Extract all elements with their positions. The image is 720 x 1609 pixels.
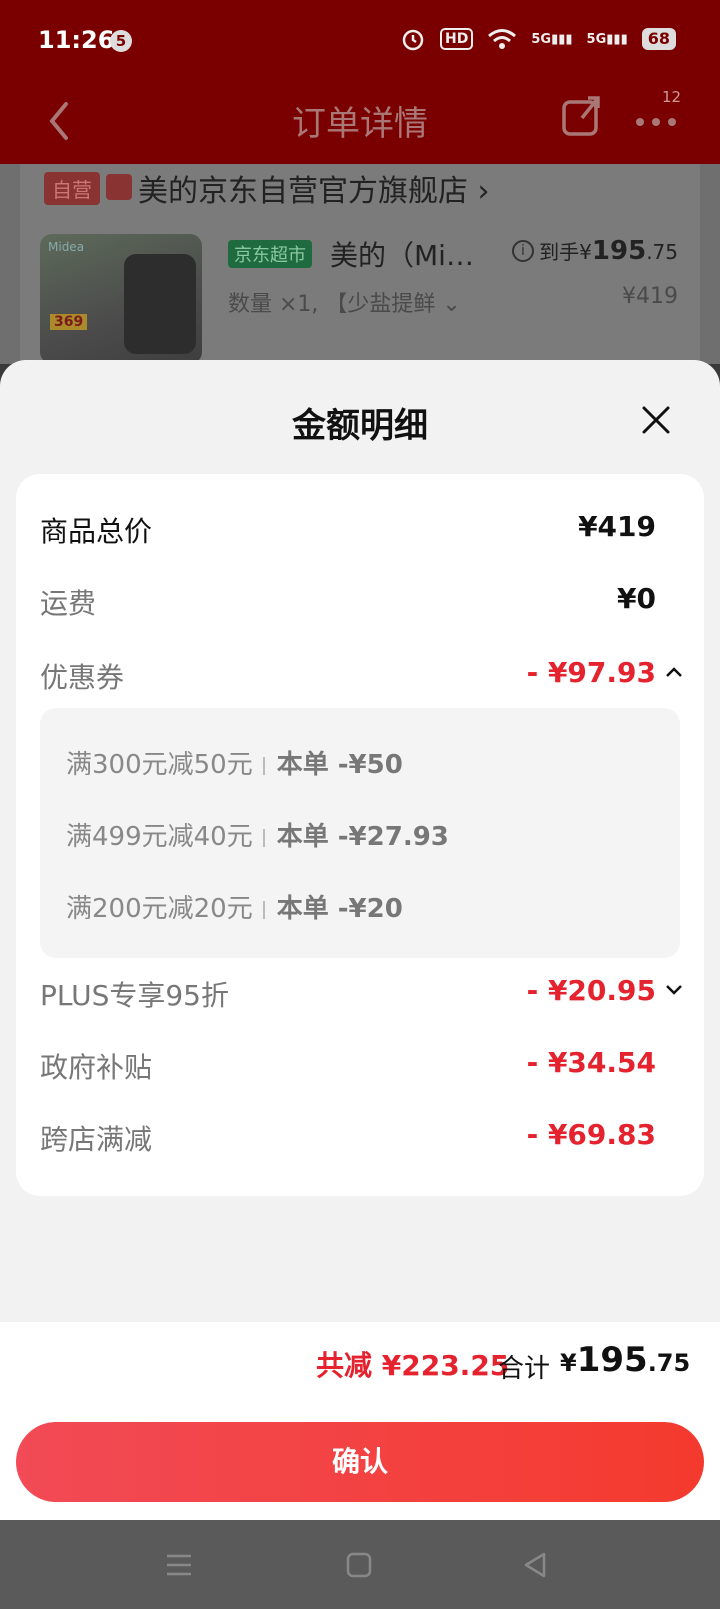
self-operated-tag: 自营 <box>44 172 100 205</box>
confirm-button[interactable]: 确认 <box>16 1422 704 1502</box>
page-title: 订单详情 <box>292 104 428 144</box>
amount-detail-card: 商品总价 ¥419 运费 ¥0 优惠券 - ¥97.93 满300元减50元 本单… <box>16 474 704 1196</box>
more-icon[interactable] <box>634 102 682 132</box>
battery-icon: 68 <box>641 28 676 50</box>
coupon-value[interactable]: - ¥97.93 <box>527 656 656 689</box>
coupon-item: 满499元减40元 本单 -¥27.93 <box>66 822 449 852</box>
gov-subsidy-label: 政府补贴 <box>40 1051 153 1084</box>
coupon-label[interactable]: 优惠券 <box>40 656 124 696</box>
product-final-price: 到手¥195.75 <box>539 236 678 266</box>
close-icon[interactable] <box>636 400 676 440</box>
chevron-down-icon[interactable] <box>664 980 684 1000</box>
shop-bar-icon <box>106 174 132 200</box>
product-quantity-spec[interactable]: 数量 ×1, 【少盐提鲜 ⌄ <box>228 286 461 318</box>
nav-bar: 订单详情 12 <box>0 86 720 164</box>
menu-icon[interactable] <box>162 1548 196 1582</box>
system-nav-bar <box>0 1520 720 1609</box>
more-badge: 12 <box>662 88 682 106</box>
pressure-cooker-graphic <box>124 254 196 354</box>
total-reduced: 共减 ¥223.25 <box>316 1349 510 1382</box>
status-icons: HD 5G▮▮▮ 5G▮▮▮ 68 <box>400 26 676 52</box>
product-image-price: 369 <box>50 314 88 330</box>
total-summary-bar: 共减 ¥223.25 合计 ¥195.75 <box>0 1322 720 1414</box>
signal-2-icon: 5G▮▮▮ <box>586 31 628 47</box>
plus-discount-label[interactable]: PLUS专享95折 <box>40 974 229 1014</box>
wifi-icon <box>488 29 517 49</box>
order-card: 自营 美的京东自营官方旗舰店 › Midea 369 京东超市 美的（Mi… i… <box>20 164 700 364</box>
shipping-label: 运费 <box>40 587 97 620</box>
product-image-brand: Midea <box>48 240 85 254</box>
sheet-title: 金额明细 <box>292 406 428 446</box>
alarm-icon <box>402 29 424 51</box>
info-icon[interactable]: i <box>512 240 534 262</box>
coupon-breakdown: 满300元减50元 本单 -¥50 满499元减40元 本单 -¥27.93 满20… <box>40 708 680 958</box>
goods-total-value: ¥419 <box>578 510 656 543</box>
goods-total-label: 商品总价 <box>40 515 153 548</box>
chevron-up-icon[interactable] <box>664 662 684 682</box>
order-page-background: 自营 美的京东自营官方旗舰店 › Midea 369 京东超市 美的（Mi… i… <box>0 164 720 364</box>
confirm-area: 确认 <box>0 1414 720 1520</box>
gov-subsidy-value: - ¥34.54 <box>526 1046 656 1079</box>
back-triangle-icon[interactable] <box>518 1548 552 1582</box>
share-icon[interactable] <box>560 94 604 138</box>
product-original-price: ¥419 <box>622 284 678 309</box>
total-amount: ¥195.75 <box>560 1340 691 1380</box>
plus-discount-value[interactable]: - ¥20.95 <box>527 974 656 1007</box>
product-name[interactable]: 美的（Mi… <box>330 234 474 274</box>
total-label: 合计 <box>498 1354 551 1384</box>
cross-store-value: - ¥69.83 <box>526 1118 656 1151</box>
product-image[interactable]: Midea 369 <box>40 234 202 364</box>
supermarket-tag: 京东超市 <box>228 240 312 268</box>
cross-store-label: 跨店满减 <box>40 1123 153 1156</box>
status-time: 11:26 <box>38 26 115 54</box>
home-icon[interactable] <box>342 1548 376 1582</box>
signal-1-icon: 5G▮▮▮ <box>531 31 573 47</box>
notification-badge: 5 <box>110 30 132 52</box>
status-bar: 11:26 5 HD 5G▮▮▮ 5G▮▮▮ 68 <box>0 0 720 86</box>
hd-icon: HD <box>440 28 474 50</box>
coupon-item: 满300元减50元 本单 -¥50 <box>66 750 403 780</box>
shop-name-link[interactable]: 美的京东自营官方旗舰店 › <box>138 166 490 210</box>
shipping-value: ¥0 <box>617 582 656 615</box>
coupon-item: 满200元减20元 本单 -¥20 <box>66 894 403 924</box>
